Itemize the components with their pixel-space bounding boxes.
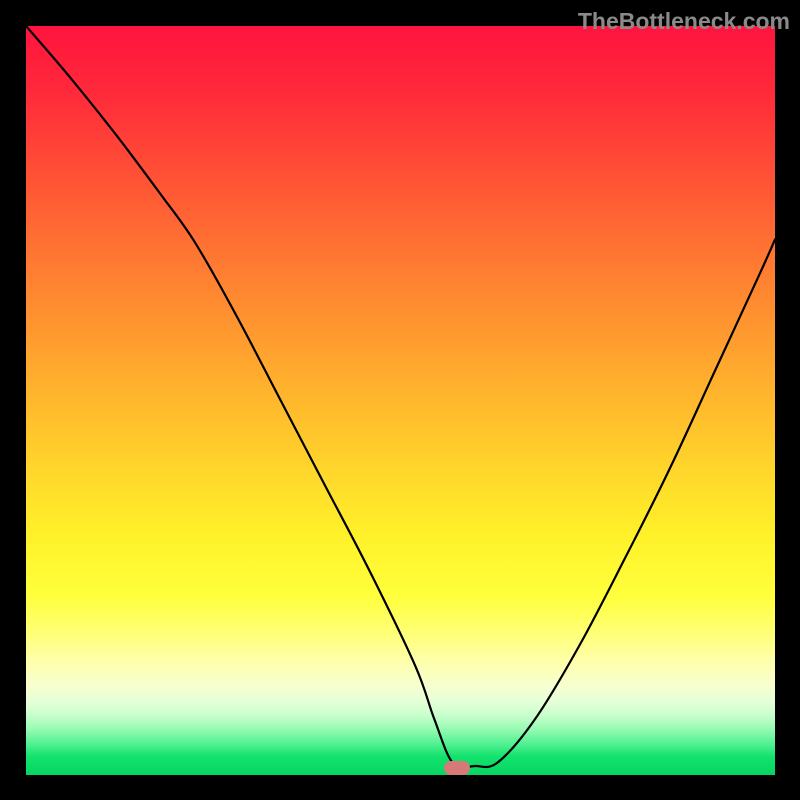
bottleneck-curve [26, 26, 775, 775]
optimal-point-marker [444, 761, 470, 775]
plot-area [26, 26, 775, 775]
chart-frame: TheBottleneck.com [0, 0, 800, 800]
watermark-text: TheBottleneck.com [578, 8, 790, 35]
